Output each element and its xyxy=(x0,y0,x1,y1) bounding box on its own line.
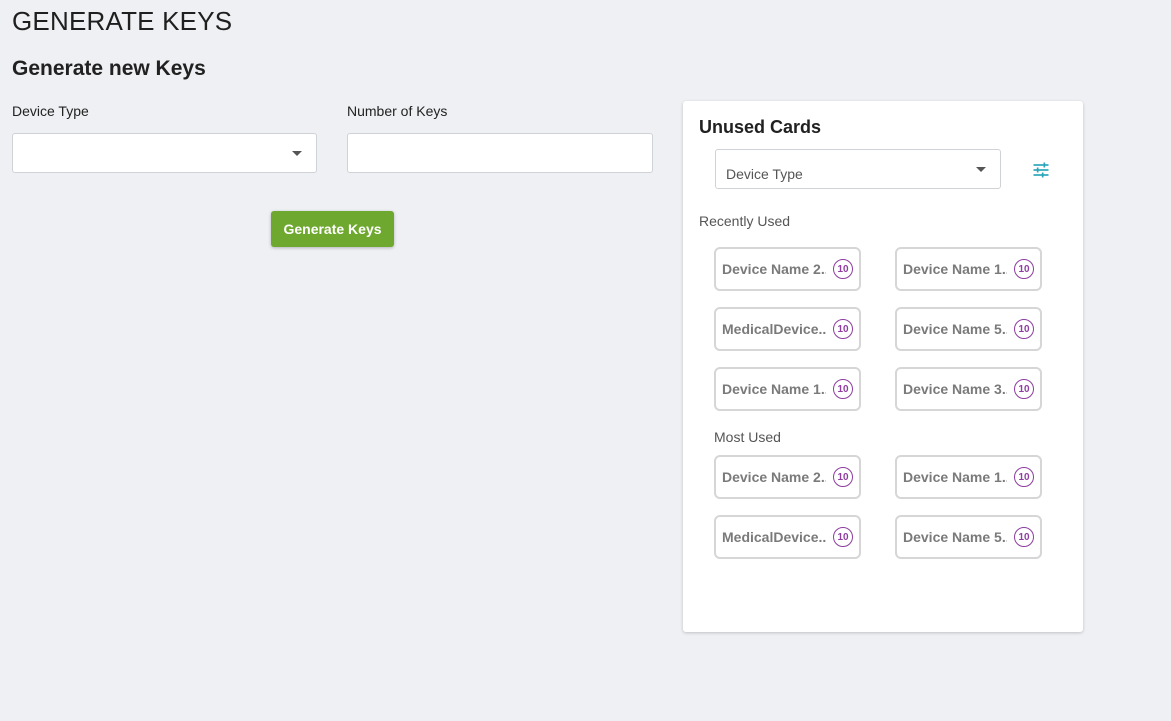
device-card-name: Device Name 1.. xyxy=(903,469,1007,485)
device-card-name: Device Name 2.. xyxy=(722,261,826,277)
device-card-name: Device Name 1.. xyxy=(903,261,1007,277)
device-type-select[interactable] xyxy=(12,133,317,173)
key-count-badge: 10 xyxy=(833,319,853,339)
tune-sliders-icon[interactable] xyxy=(1031,160,1051,180)
most-used-label: Most Used xyxy=(714,429,781,445)
unused-cards-title: Unused Cards xyxy=(699,117,822,137)
key-count-badge: 10 xyxy=(833,259,853,279)
recently-used-label: Recently Used xyxy=(699,213,791,229)
key-count-badge: 10 xyxy=(1014,379,1034,399)
unused-cards-panel: Unused Cards Device Type Recently Used D… xyxy=(683,101,1083,632)
number-of-keys-field xyxy=(347,133,653,173)
number-of-keys-input[interactable] xyxy=(348,134,652,172)
device-card[interactable]: Device Name 3.. 10 xyxy=(895,367,1042,411)
device-card-name: Device Name 3.. xyxy=(903,381,1007,397)
generate-keys-page: GENERATE KEYS Generate new Keys Device T… xyxy=(0,0,1171,721)
chevron-down-icon xyxy=(292,151,302,156)
generate-keys-button[interactable]: Generate Keys xyxy=(271,211,394,247)
device-card-name: Device Name 2.. xyxy=(722,469,826,485)
device-card-name: Device Name 1.. xyxy=(722,381,826,397)
number-of-keys-label: Number of Keys xyxy=(347,103,448,119)
device-card[interactable]: Device Name 2.. 10 xyxy=(714,247,861,291)
device-card-name: MedicalDevice.. xyxy=(722,321,826,337)
device-card[interactable]: Device Name 5.. 10 xyxy=(895,307,1042,351)
device-card[interactable]: MedicalDevice.. 10 xyxy=(714,307,861,351)
page-title: GENERATE KEYS xyxy=(12,6,233,36)
device-card[interactable]: Device Name 2.. 10 xyxy=(714,455,861,499)
device-type-placeholder: Device Type xyxy=(726,166,803,182)
device-card-name: MedicalDevice.. xyxy=(722,529,826,545)
unused-cards-device-type-select[interactable]: Device Type xyxy=(715,149,1001,189)
key-count-badge: 10 xyxy=(833,379,853,399)
device-type-label: Device Type xyxy=(12,103,89,119)
key-count-badge: 10 xyxy=(1014,259,1034,279)
key-count-badge: 10 xyxy=(833,467,853,487)
key-count-badge: 10 xyxy=(1014,467,1034,487)
key-count-badge: 10 xyxy=(833,527,853,547)
device-card[interactable]: Device Name 1.. 10 xyxy=(895,455,1042,499)
device-card[interactable]: Device Name 1.. 10 xyxy=(714,367,861,411)
section-title: Generate new Keys xyxy=(12,57,206,80)
device-card[interactable]: MedicalDevice.. 10 xyxy=(714,515,861,559)
key-count-badge: 10 xyxy=(1014,527,1034,547)
device-card-name: Device Name 5.. xyxy=(903,529,1007,545)
device-card-name: Device Name 5.. xyxy=(903,321,1007,337)
key-count-badge: 10 xyxy=(1014,319,1034,339)
device-card[interactable]: Device Name 1.. 10 xyxy=(895,247,1042,291)
device-card[interactable]: Device Name 5.. 10 xyxy=(895,515,1042,559)
chevron-down-icon xyxy=(976,167,986,172)
